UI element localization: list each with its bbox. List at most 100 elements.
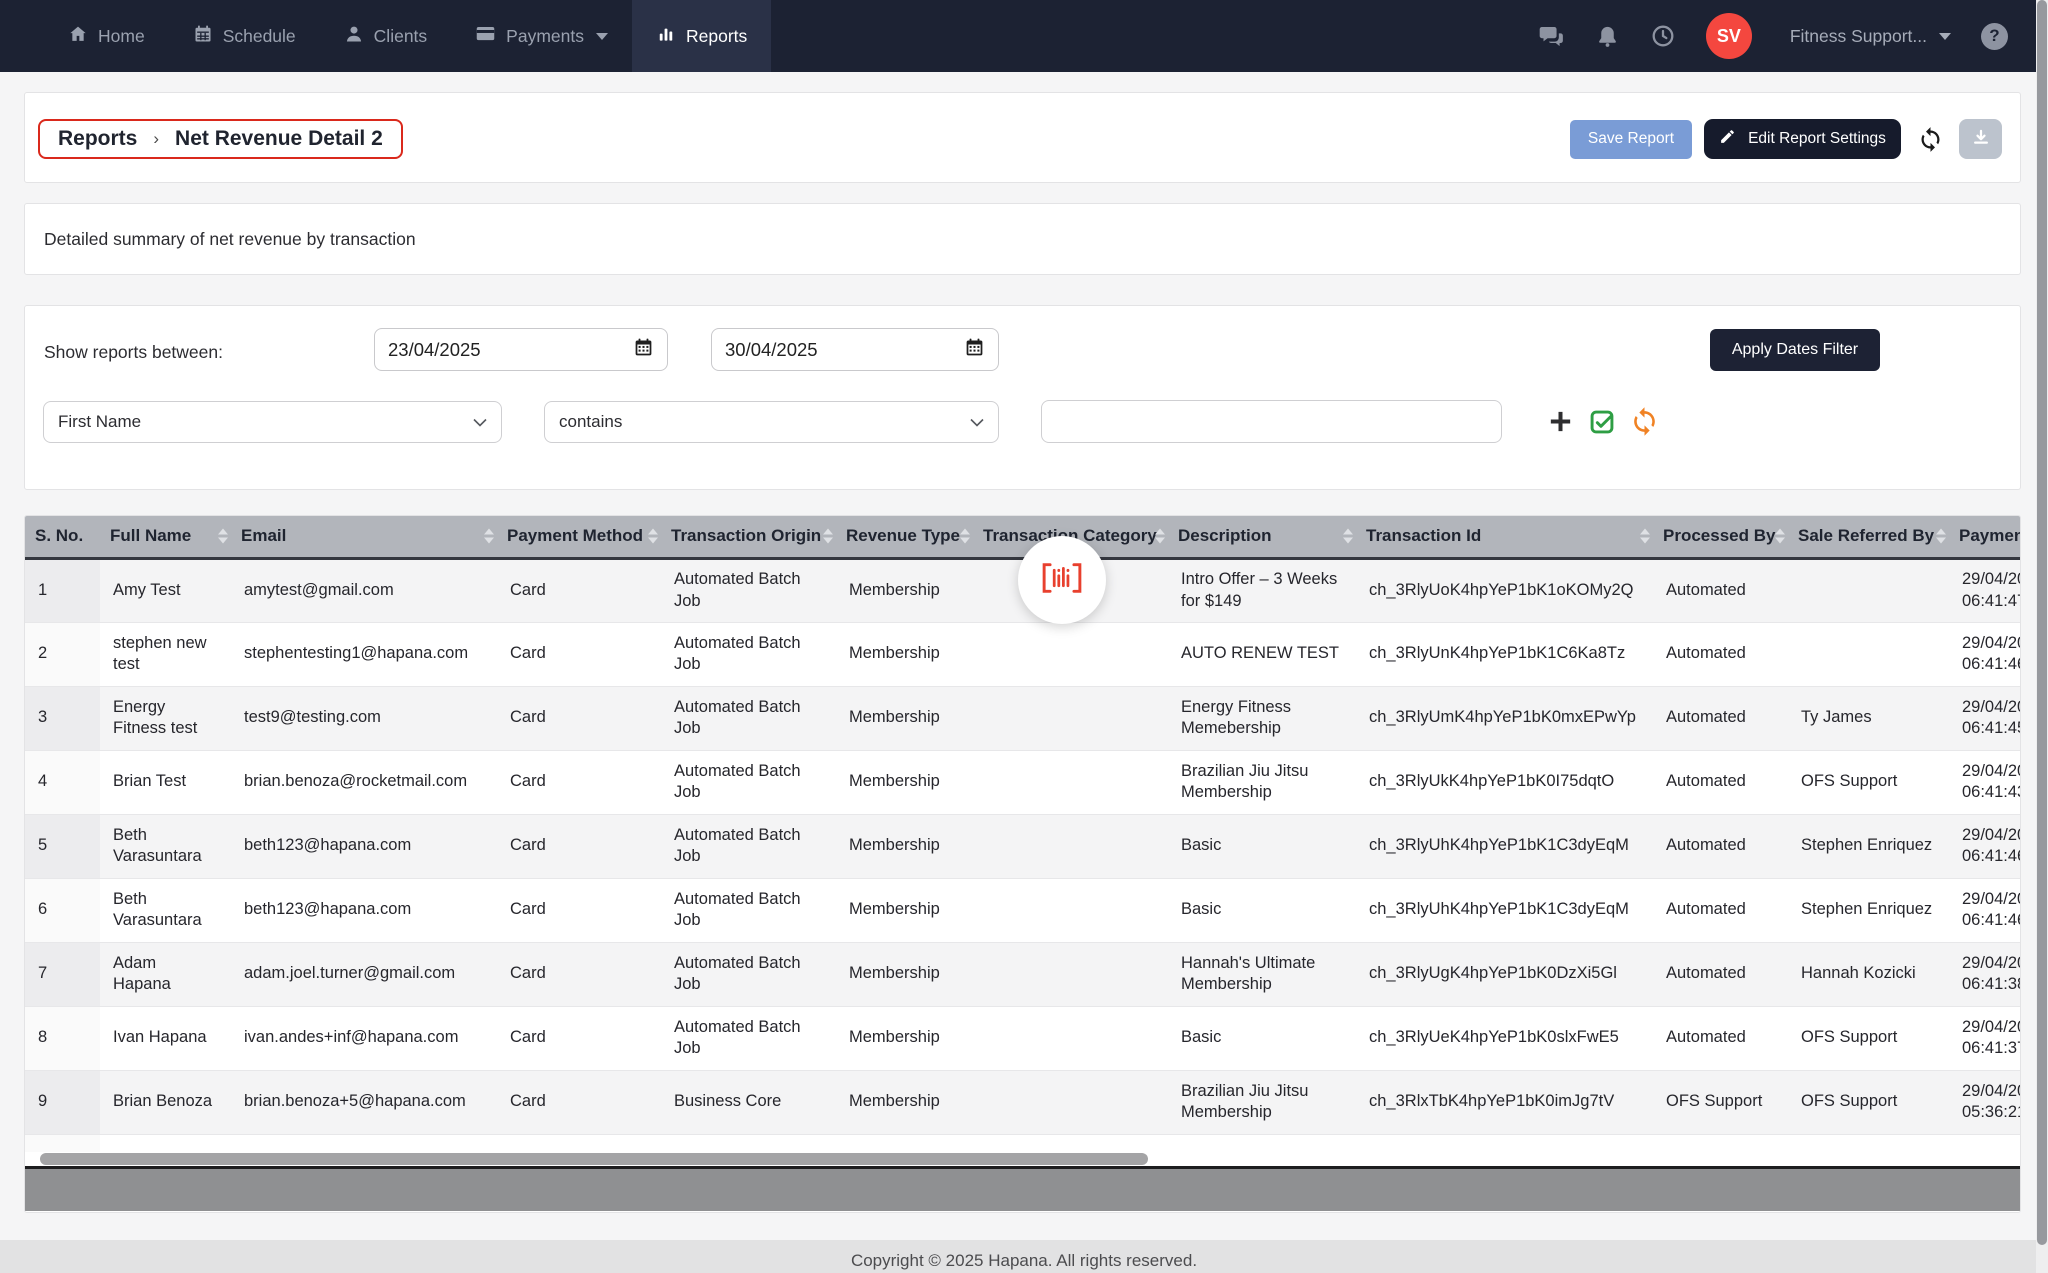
edit-report-settings-button[interactable]: Edit Report Settings <box>1704 119 1901 159</box>
cell-origin: Automated Batch Job <box>661 942 836 1006</box>
column-header-description[interactable]: Description <box>1168 516 1356 558</box>
cell-payment: 29/04/2006:41:47 <box>1949 558 2020 622</box>
cell-method: Card <box>497 1070 661 1134</box>
calendar-icon[interactable] <box>633 337 654 363</box>
pencil-icon <box>1719 128 1736 150</box>
cell-method: Card <box>497 622 661 686</box>
report-table: S. No.Full NameEmailPayment MethodTransa… <box>25 516 2020 1152</box>
help-icon[interactable]: ? <box>1981 23 2008 50</box>
cell-origin: Automated Batch Job <box>661 750 836 814</box>
column-header-processed[interactable]: Processed By <box>1653 516 1788 558</box>
cell-processed <box>1653 1134 1788 1152</box>
cell-origin: Business Core <box>661 1070 836 1134</box>
home-icon <box>68 24 88 49</box>
sort-icon[interactable] <box>1155 529 1165 544</box>
cell-txid: ch_3RlxTbK4hpYeP1bK0imJg7tV <box>1356 1070 1653 1134</box>
cell-no: 10 <box>25 1134 100 1152</box>
cell-name: Brian Benoza <box>100 1070 231 1134</box>
column-header-name[interactable]: Full Name <box>100 516 231 558</box>
table-viewport: S. No.Full NameEmailPayment MethodTransa… <box>25 516 2020 1152</box>
nav-item-reports[interactable]: Reports <box>632 0 771 72</box>
plus-icon[interactable] <box>1546 407 1575 441</box>
cell-referred <box>1788 622 1949 686</box>
column-header-referred[interactable]: Sale Referred By <box>1788 516 1949 558</box>
cell-payment: 29/04/2006:41:43 <box>1949 750 2020 814</box>
vertical-scrollbar[interactable] <box>2036 0 2048 1273</box>
bell-icon[interactable] <box>1595 24 1620 49</box>
chat-icon[interactable] <box>1538 23 1565 50</box>
nav-item-home[interactable]: Home <box>44 0 169 72</box>
cell-origin: Automated Batch Job <box>661 878 836 942</box>
cell-no: 3 <box>25 686 100 750</box>
calendar-icon <box>193 24 213 49</box>
cell-name: Beth Varasuntara <box>100 878 231 942</box>
sort-icon[interactable] <box>960 529 970 544</box>
filter-operator-select[interactable]: contains <box>544 401 999 443</box>
column-label: Payment Method <box>507 526 643 545</box>
sort-icon[interactable] <box>484 529 494 544</box>
column-header-txid[interactable]: Transaction Id <box>1356 516 1653 558</box>
date-to-input[interactable]: 30/04/2025 <box>711 328 999 371</box>
cell-origin: Automated Batch Job <box>661 558 836 622</box>
sort-icon[interactable] <box>1640 529 1650 544</box>
save-report-button[interactable]: Save Report <box>1570 120 1692 159</box>
table-row: 4Brian Testbrian.benoza@rocketmail.comCa… <box>25 750 2020 814</box>
cell-payment: 29/04/2005:36:21 <box>1949 1070 2020 1134</box>
report-table-card: S. No.Full NameEmailPayment MethodTransa… <box>24 515 2021 1213</box>
cell-processed: Automated <box>1653 942 1788 1006</box>
filter-value-input[interactable] <box>1041 400 1502 443</box>
person-icon <box>344 24 364 49</box>
cell-email <box>231 1134 497 1152</box>
copyright-text: Copyright © 2025 Hapana. All rights rese… <box>0 1240 2048 1271</box>
cell-no: 1 <box>25 558 100 622</box>
cell-revenue <box>836 1134 973 1152</box>
cell-category <box>973 750 1168 814</box>
vertical-scrollbar-thumb[interactable] <box>2037 0 2047 1245</box>
sort-icon[interactable] <box>823 529 833 544</box>
breadcrumb-reports[interactable]: Reports <box>58 127 137 151</box>
table-row: 5Beth Varasuntarabeth123@hapana.comCardA… <box>25 814 2020 878</box>
cell-email: brian.benoza@rocketmail.com <box>231 750 497 814</box>
column-header-revenue[interactable]: Revenue Type <box>836 516 973 558</box>
cell-processed: Automated <box>1653 878 1788 942</box>
nav-label: Home <box>98 26 145 47</box>
sort-icon[interactable] <box>1936 529 1946 544</box>
sort-icon[interactable] <box>1775 529 1785 544</box>
sync-icon[interactable] <box>1629 406 1660 442</box>
cell-referred: OFS Support <box>1788 1006 1949 1070</box>
refresh-icon[interactable] <box>1913 119 1947 159</box>
sort-icon[interactable] <box>218 529 228 544</box>
check-square-icon[interactable] <box>1588 408 1616 441</box>
cell-origin: Automated Batch Job <box>661 686 836 750</box>
sort-icon[interactable] <box>1343 529 1353 544</box>
cell-referred <box>1788 558 1949 622</box>
calendar-icon[interactable] <box>964 337 985 363</box>
page: Home Schedule Clients Payments Reports <box>0 0 2048 1273</box>
apply-dates-filter-button[interactable]: Apply Dates Filter <box>1710 329 1880 371</box>
sort-icon[interactable] <box>648 529 658 544</box>
nav-item-schedule[interactable]: Schedule <box>169 0 320 72</box>
cell-txid: ch_3RlyUhK4hpYeP1bK1C3dyEqM <box>1356 878 1653 942</box>
column-header-email[interactable]: Email <box>231 516 497 558</box>
date-from-input[interactable]: 23/04/2025 <box>374 328 668 371</box>
clock-icon[interactable] <box>1650 23 1676 49</box>
user-menu[interactable]: Fitness Support... <box>1768 26 1951 47</box>
cell-no: 5 <box>25 814 100 878</box>
download-button[interactable] <box>1959 119 2002 159</box>
cell-processed: Automated <box>1653 750 1788 814</box>
cell-origin: Automated Batch Job <box>661 814 836 878</box>
column-header-origin[interactable]: Transaction Origin <box>661 516 836 558</box>
cell-name: Amy Test <box>100 558 231 622</box>
nav-item-payments[interactable]: Payments <box>451 0 632 72</box>
cell-description: Intro Offer – 3 Weeks for $149 <box>1168 558 1356 622</box>
cell-processed: Automated <box>1653 622 1788 686</box>
filter-field-select[interactable]: First Name <box>43 401 502 443</box>
chevron-down-icon <box>1939 33 1951 40</box>
nav-item-clients[interactable]: Clients <box>320 0 452 72</box>
header-actions: Save Report Edit Report Settings <box>1570 119 2002 159</box>
column-label: Transaction Origin <box>671 526 821 545</box>
avatar[interactable]: SV <box>1706 13 1752 59</box>
column-header-method[interactable]: Payment Method <box>497 516 661 558</box>
cell-description: AUTO RENEW TEST <box>1168 622 1356 686</box>
horizontal-scrollbar-thumb[interactable] <box>40 1153 1148 1165</box>
